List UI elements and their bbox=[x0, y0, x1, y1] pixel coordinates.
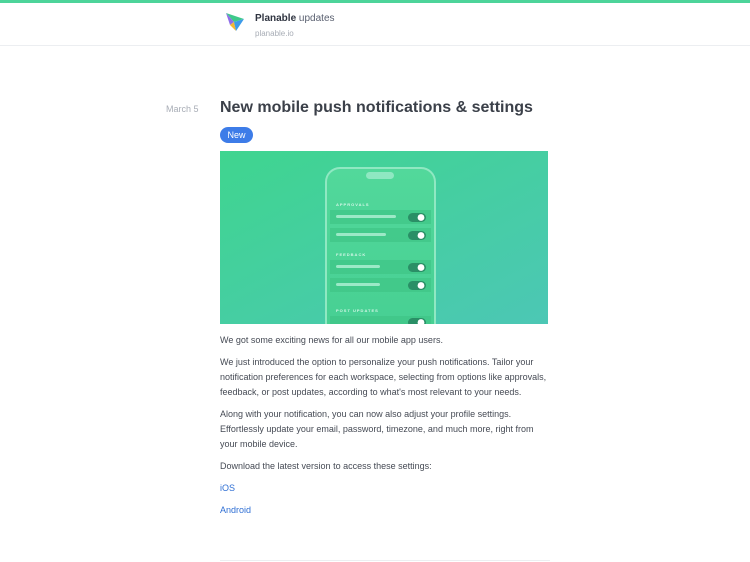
post-title[interactable]: New mobile push notifications & settings bbox=[220, 99, 533, 117]
phone-notch bbox=[366, 172, 394, 179]
brand-domain[interactable]: planable.io bbox=[255, 29, 294, 38]
paragraph: We got some exciting news for all our mo… bbox=[220, 335, 443, 345]
planable-logo-icon[interactable] bbox=[224, 11, 246, 33]
post-body: We got some exciting news for all our mo… bbox=[220, 333, 550, 525]
illustration-label-approvals: APPROVALS bbox=[336, 202, 370, 207]
paragraph: We just introduced the option to persona… bbox=[220, 357, 547, 397]
post-date: March 5 bbox=[166, 104, 199, 114]
divider bbox=[220, 560, 550, 561]
brand-title[interactable]: Planable updates bbox=[255, 13, 335, 24]
android-link[interactable]: Android bbox=[220, 503, 550, 518]
header: Planable updates planable.io bbox=[0, 3, 750, 46]
brand-suffix: updates bbox=[298, 13, 335, 24]
ios-link[interactable]: iOS bbox=[220, 481, 550, 496]
illustration-label-feedback: FEEDBACK bbox=[336, 252, 366, 257]
hero-illustration: APPROVALS FEEDBACK POST UPDATES bbox=[220, 151, 548, 324]
brand-name: Planable bbox=[255, 13, 297, 24]
illustration-label-post-updates: POST UPDATES bbox=[336, 308, 379, 313]
paragraph: Along with your notification, you can no… bbox=[220, 409, 534, 449]
new-badge: New bbox=[220, 127, 253, 143]
paragraph: Download the latest version to access th… bbox=[220, 461, 432, 471]
phone-frame bbox=[325, 167, 436, 324]
